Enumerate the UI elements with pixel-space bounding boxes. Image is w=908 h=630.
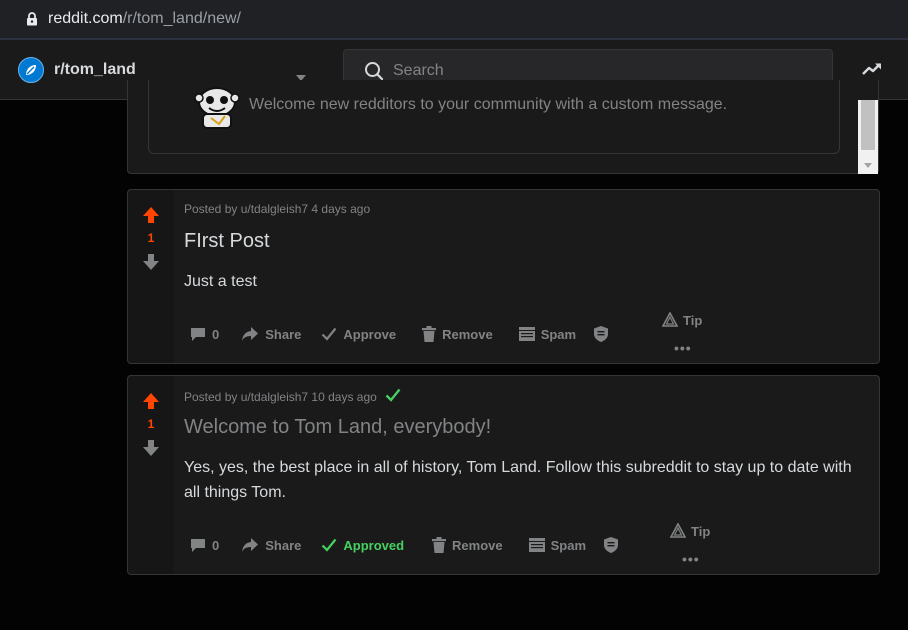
approve-label: Approve <box>343 326 397 342</box>
comment-count: 0 <box>212 326 220 342</box>
vote-column: 1 <box>128 376 174 574</box>
remove-label: Remove <box>452 537 503 553</box>
post-card[interactable]: 1 Posted by u/tdalgleish7 4 days ago FIr… <box>127 189 880 364</box>
community-avatar-icon <box>18 57 44 83</box>
snoo-mascot-icon <box>189 76 245 137</box>
post-title[interactable]: FIrst Post <box>184 230 270 253</box>
welcome-message: Welcome new redditors to your community … <box>249 96 728 113</box>
comments-button[interactable]: 0 <box>190 326 219 342</box>
post-actions: 0 Share Approved Remove Spam <box>190 533 624 557</box>
spam-label: Spam <box>550 537 587 553</box>
approved-label: Approved <box>343 537 405 553</box>
tip-button[interactable]: Tip <box>670 523 710 539</box>
post-meta-text: Posted by u/tdalgleish7 10 days ago <box>184 389 377 404</box>
upvote-arrow-icon[interactable] <box>142 392 160 415</box>
downvote-arrow-icon[interactable] <box>142 439 160 462</box>
scrollbar-thumb[interactable] <box>861 100 875 150</box>
tip-label: Tip <box>691 523 711 539</box>
share-label: Share <box>265 326 302 342</box>
approved-button[interactable]: Approved <box>321 537 404 553</box>
spam-label: Spam <box>540 326 577 342</box>
url-path: /r/tom_land/new/ <box>122 10 241 27</box>
url-text[interactable]: reddit.com/r/tom_land/new/ <box>48 10 241 28</box>
mod-shield-button[interactable] <box>594 326 614 342</box>
post-meta: Posted by u/tdalgleish7 10 days ago <box>184 388 401 405</box>
browser-url-bar[interactable]: reddit.com/r/tom_land/new/ <box>0 0 908 40</box>
community-switcher[interactable]: r/tom_land <box>18 57 136 83</box>
post-meta-text: Posted by u/tdalgleish7 4 days ago <box>184 202 371 216</box>
downvote-arrow-icon[interactable] <box>142 253 160 276</box>
url-domain: reddit.com <box>48 10 123 27</box>
comments-button[interactable]: 0 <box>190 537 219 553</box>
post-title[interactable]: Welcome to Tom Land, everybody! <box>184 416 491 439</box>
upvote-arrow-icon[interactable] <box>142 206 160 229</box>
post-body: Just a test <box>184 273 257 290</box>
community-name: r/tom_land <box>54 61 136 78</box>
remove-label: Remove <box>442 326 493 342</box>
tip-triangle-icon <box>670 523 686 538</box>
welcome-message-box[interactable]: Welcome new redditors to your community … <box>148 76 840 154</box>
vote-count: 1 <box>147 231 155 245</box>
more-options-button[interactable]: ••• <box>674 340 692 356</box>
post-body: Yes, yes, the best place in all of histo… <box>184 459 852 501</box>
spam-button[interactable]: Spam <box>518 326 577 342</box>
lock-icon <box>26 12 38 31</box>
welcome-card: Welcome new redditors to your community … <box>127 76 879 174</box>
scrollbar[interactable] <box>858 100 878 174</box>
trending-icon[interactable] <box>862 62 882 81</box>
approved-check-icon <box>385 388 401 405</box>
share-label: Share <box>265 537 302 553</box>
tip-label: Tip <box>683 312 703 328</box>
spam-button[interactable]: Spam <box>528 537 587 553</box>
more-options-button[interactable]: ••• <box>682 551 700 567</box>
scroll-down-arrow-icon[interactable] <box>864 163 872 168</box>
remove-button[interactable]: Remove <box>432 537 503 553</box>
comment-count: 0 <box>212 537 220 553</box>
post-card[interactable]: 1 Posted by u/tdalgleish7 10 days ago We… <box>127 375 880 575</box>
vote-count: 1 <box>147 417 155 431</box>
share-button[interactable]: Share <box>241 537 301 553</box>
vote-column: 1 <box>128 190 174 363</box>
tip-button[interactable]: Tip <box>662 312 702 328</box>
approve-button[interactable]: Approve <box>321 326 396 342</box>
remove-button[interactable]: Remove <box>422 326 493 342</box>
post-meta: Posted by u/tdalgleish7 4 days ago <box>184 202 370 216</box>
mod-shield-button[interactable] <box>604 537 624 553</box>
share-button[interactable]: Share <box>241 326 301 342</box>
post-actions: 0 Share Approve Remove Spam <box>190 322 614 346</box>
tip-triangle-icon <box>662 312 678 327</box>
